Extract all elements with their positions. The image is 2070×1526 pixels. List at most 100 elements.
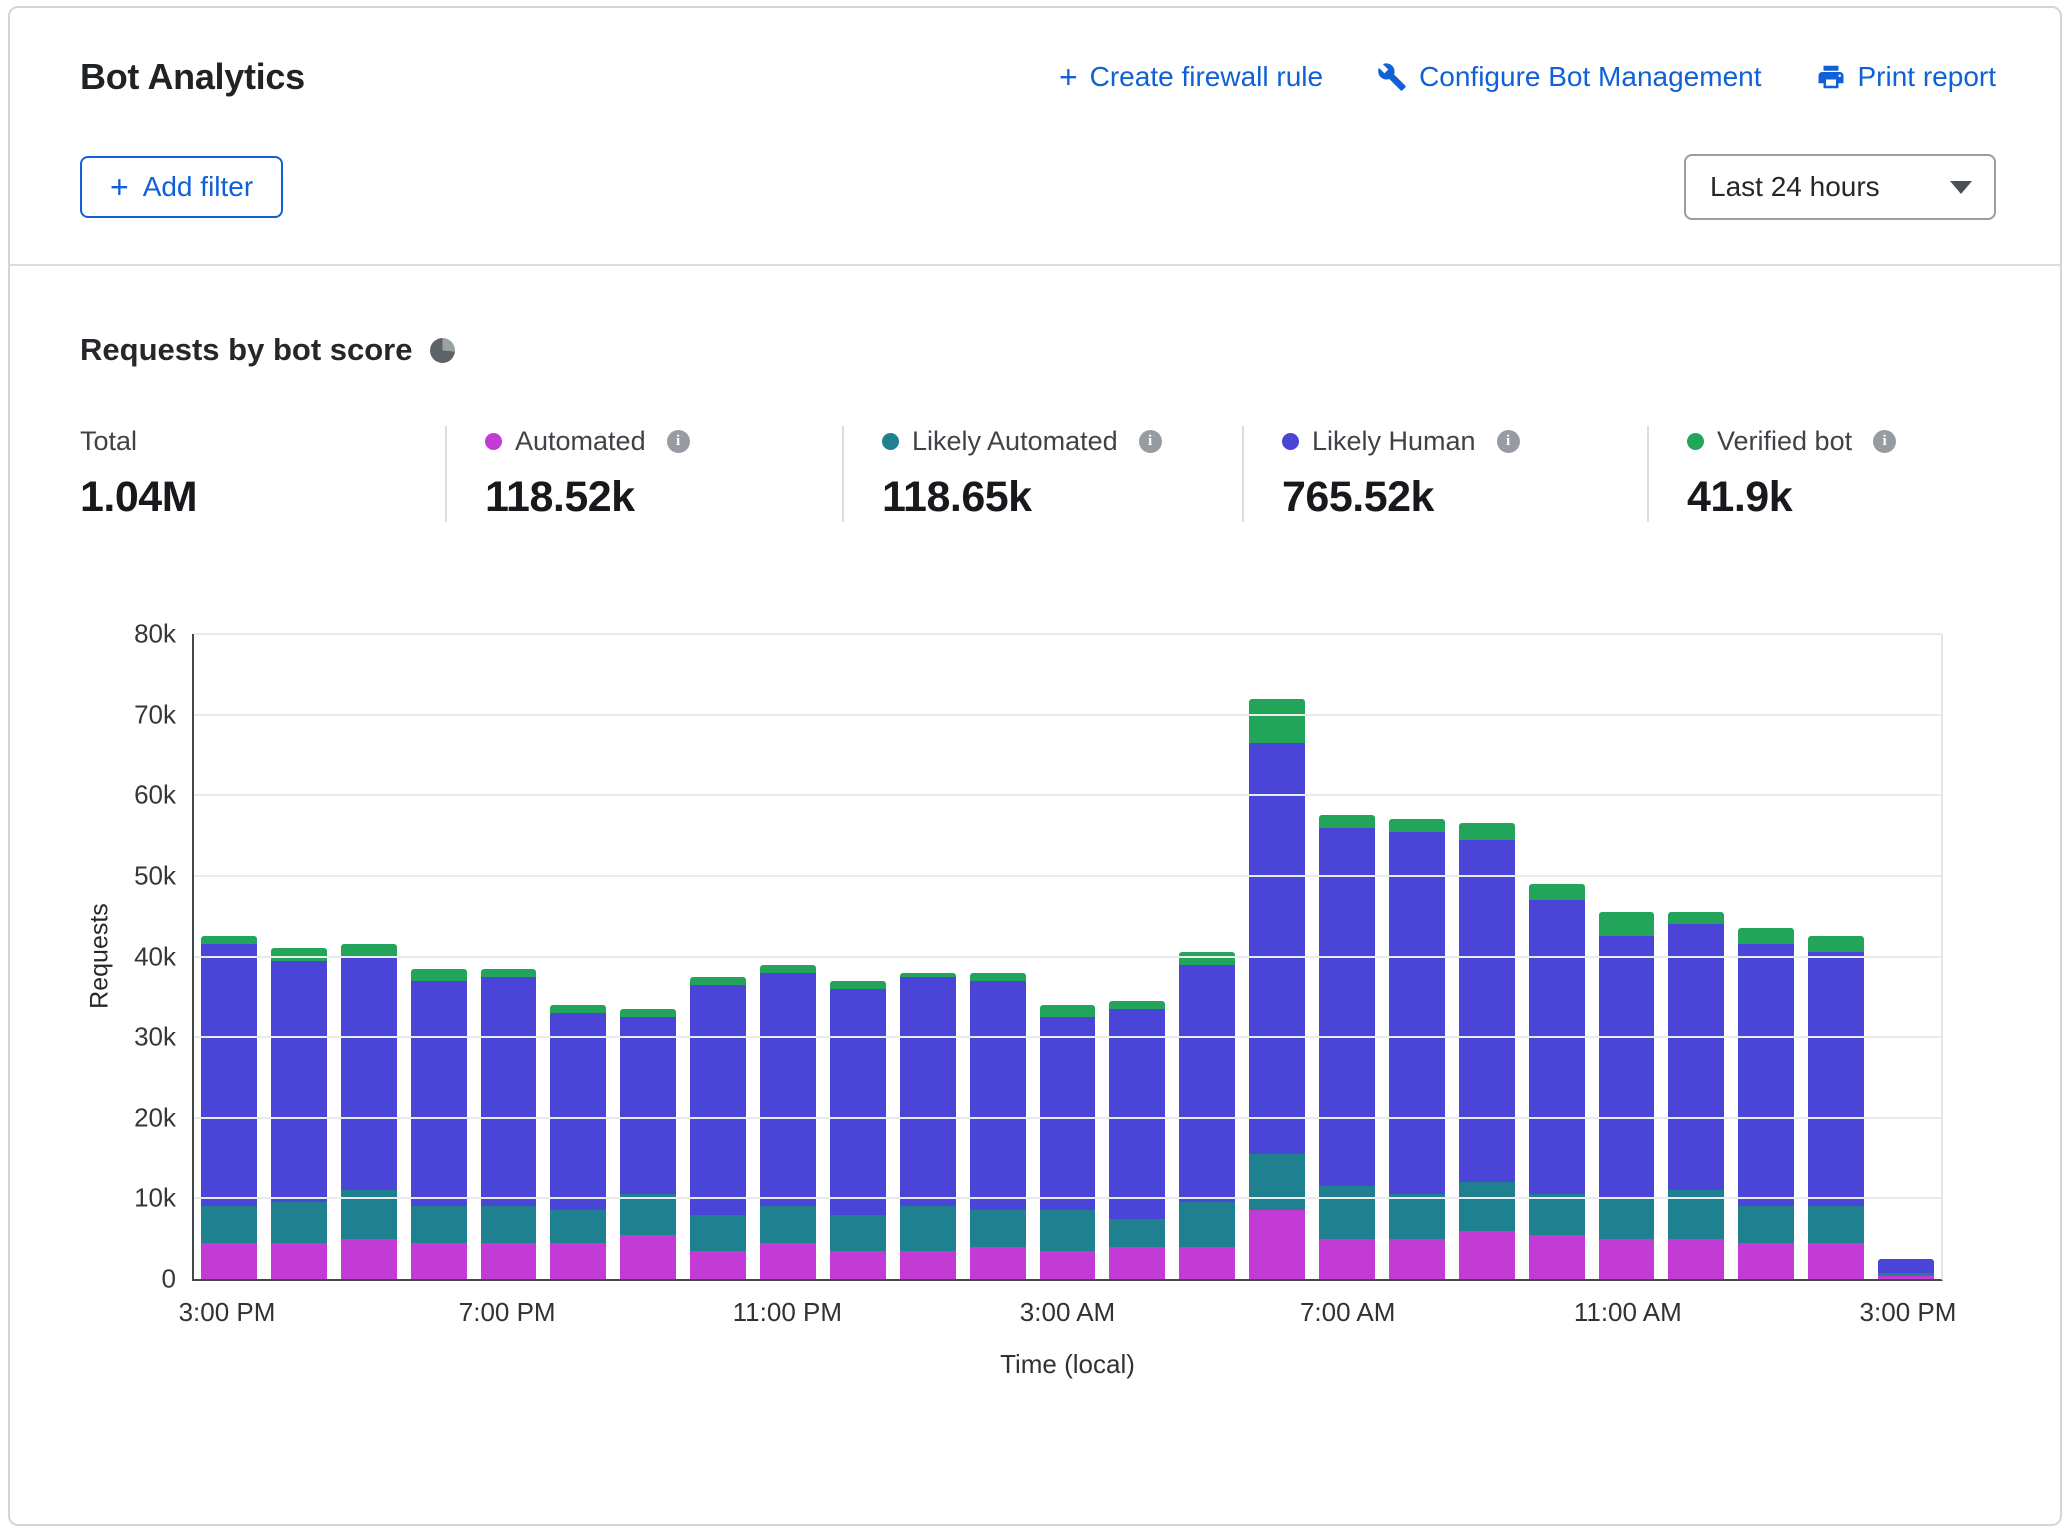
requests-chart: Requests 010k20k30k40k50k60k70k80k 3:00 … bbox=[80, 614, 2000, 1394]
bar-segment-automated bbox=[1808, 1243, 1864, 1279]
stat-likely-human-label: Likely Human bbox=[1312, 426, 1476, 457]
bar-segment-automated bbox=[1319, 1239, 1375, 1279]
legend-dot-likely-human bbox=[1282, 433, 1299, 450]
stats-row: Total 1.04M Automated 118.52k Likely Aut… bbox=[80, 426, 2000, 522]
print-report-link[interactable]: Print report bbox=[1816, 61, 1997, 93]
bar-segment-likely-human bbox=[201, 944, 257, 1206]
plot-area bbox=[192, 634, 1943, 1281]
bar-segment-likely-human bbox=[1319, 828, 1375, 1187]
bar-segment-verified-bot bbox=[1389, 819, 1445, 831]
add-filter-button[interactable]: Add filter bbox=[80, 156, 283, 218]
gridline bbox=[194, 875, 1941, 877]
stat-automated: Automated 118.52k bbox=[445, 426, 842, 522]
bar-segment-verified-bot bbox=[830, 981, 886, 989]
y-tick-label: 60k bbox=[134, 780, 176, 811]
legend-dot-automated bbox=[485, 433, 502, 450]
stat-likely-automated-value: 118.65k bbox=[882, 473, 1242, 522]
print-report-label: Print report bbox=[1858, 61, 1997, 93]
bar-segment-automated bbox=[341, 1239, 397, 1279]
stat-likely-automated: Likely Automated 118.65k bbox=[842, 426, 1242, 522]
bar-segment-automated bbox=[1249, 1210, 1305, 1279]
bar-segment-automated bbox=[1389, 1239, 1445, 1279]
bar-segment-likely-automated bbox=[760, 1206, 816, 1242]
bar-segment-likely-automated bbox=[830, 1215, 886, 1251]
gridline bbox=[194, 1117, 1941, 1119]
bot-analytics-card: Bot Analytics Create firewall rule Confi… bbox=[8, 6, 2062, 1526]
gridline bbox=[194, 1036, 1941, 1038]
bar-segment-verified-bot bbox=[1599, 912, 1655, 936]
bar-segment-likely-human bbox=[1179, 965, 1235, 1203]
x-tick-label: 3:00 AM bbox=[1020, 1297, 1115, 1328]
bar-segment-verified-bot bbox=[970, 973, 1026, 981]
stat-total-value: 1.04M bbox=[80, 473, 445, 522]
time-range-select[interactable]: Last 24 hours bbox=[1684, 154, 1996, 220]
bar-segment-verified-bot bbox=[1040, 1005, 1096, 1017]
bar-segment-verified-bot bbox=[1668, 912, 1724, 924]
bar-segment-verified-bot bbox=[1109, 1001, 1165, 1009]
x-axis: 3:00 PM7:00 PM11:00 PM3:00 AM7:00 AM11:0… bbox=[192, 1297, 1943, 1333]
bar-segment-likely-human bbox=[271, 961, 327, 1203]
add-filter-label: Add filter bbox=[143, 171, 254, 203]
gridline bbox=[194, 956, 1941, 958]
bar-segment-automated bbox=[1040, 1251, 1096, 1279]
gridline bbox=[194, 794, 1941, 796]
bar-segment-likely-human bbox=[1599, 936, 1655, 1198]
bar-segment-likely-human bbox=[1459, 840, 1515, 1183]
bar-segment-likely-automated bbox=[690, 1215, 746, 1251]
bar-segment-verified-bot bbox=[1529, 884, 1585, 900]
wrench-icon bbox=[1377, 62, 1407, 92]
bar-segment-likely-automated bbox=[900, 1206, 956, 1250]
bar-segment-automated bbox=[481, 1243, 537, 1279]
bar-segment-likely-human bbox=[690, 985, 746, 1215]
bar-segment-likely-automated bbox=[550, 1210, 606, 1242]
bar-segment-automated bbox=[201, 1243, 257, 1279]
create-firewall-rule-link[interactable]: Create firewall rule bbox=[1059, 61, 1323, 93]
bar-segment-likely-human bbox=[411, 981, 467, 1207]
y-tick-label: 0 bbox=[162, 1264, 176, 1295]
bar-segment-likely-human bbox=[1249, 743, 1305, 1154]
pie-chart-icon bbox=[430, 338, 455, 363]
stat-likely-human-value: 765.52k bbox=[1282, 473, 1647, 522]
bar-segment-likely-human bbox=[900, 977, 956, 1207]
x-tick-label: 3:00 PM bbox=[179, 1297, 276, 1328]
gridline bbox=[194, 714, 1941, 716]
info-icon[interactable] bbox=[667, 430, 690, 453]
legend-dot-likely-automated bbox=[882, 433, 899, 450]
y-tick-label: 70k bbox=[134, 699, 176, 730]
bar-segment-automated bbox=[411, 1243, 467, 1279]
stat-total-label: Total bbox=[80, 426, 137, 457]
bar-segment-likely-human bbox=[341, 957, 397, 1191]
info-icon[interactable] bbox=[1873, 430, 1896, 453]
bar-segment-likely-automated bbox=[620, 1194, 676, 1234]
bar-segment-automated bbox=[1179, 1247, 1235, 1279]
bar-segment-likely-human bbox=[1738, 944, 1794, 1206]
bar-segment-likely-automated bbox=[271, 1202, 327, 1242]
bar-segment-likely-automated bbox=[1249, 1154, 1305, 1210]
info-icon[interactable] bbox=[1497, 430, 1520, 453]
configure-bot-management-link[interactable]: Configure Bot Management bbox=[1377, 61, 1761, 93]
bar-segment-verified-bot bbox=[760, 965, 816, 973]
info-icon[interactable] bbox=[1139, 430, 1162, 453]
bar-segment-automated bbox=[690, 1251, 746, 1279]
bar-segment-automated bbox=[1109, 1247, 1165, 1279]
bar-segment-verified-bot bbox=[411, 969, 467, 981]
bar-segment-likely-human bbox=[970, 981, 1026, 1211]
bar-segment-verified-bot bbox=[271, 948, 327, 960]
bar-segment-automated bbox=[1459, 1231, 1515, 1279]
plus-icon bbox=[110, 171, 129, 203]
bar-segment-verified-bot bbox=[620, 1009, 676, 1017]
bar-segment-likely-automated bbox=[1808, 1206, 1864, 1242]
bar-segment-automated bbox=[1529, 1235, 1585, 1279]
bar-segment-likely-human bbox=[1529, 900, 1585, 1194]
y-tick-label: 10k bbox=[134, 1183, 176, 1214]
bar-segment-likely-human bbox=[1668, 924, 1724, 1190]
bar-segment-likely-automated bbox=[1389, 1194, 1445, 1238]
bar-segment-automated bbox=[900, 1251, 956, 1279]
bar-segment-likely-automated bbox=[201, 1206, 257, 1242]
stat-verified-bot-value: 41.9k bbox=[1687, 473, 1896, 522]
bar-segment-likely-human bbox=[550, 1013, 606, 1211]
stat-total: Total 1.04M bbox=[80, 426, 445, 522]
header-actions: Create firewall rule Configure Bot Manag… bbox=[1059, 61, 1996, 93]
bar-segment-likely-automated bbox=[1179, 1202, 1235, 1246]
bar-segment-verified-bot bbox=[1738, 928, 1794, 944]
